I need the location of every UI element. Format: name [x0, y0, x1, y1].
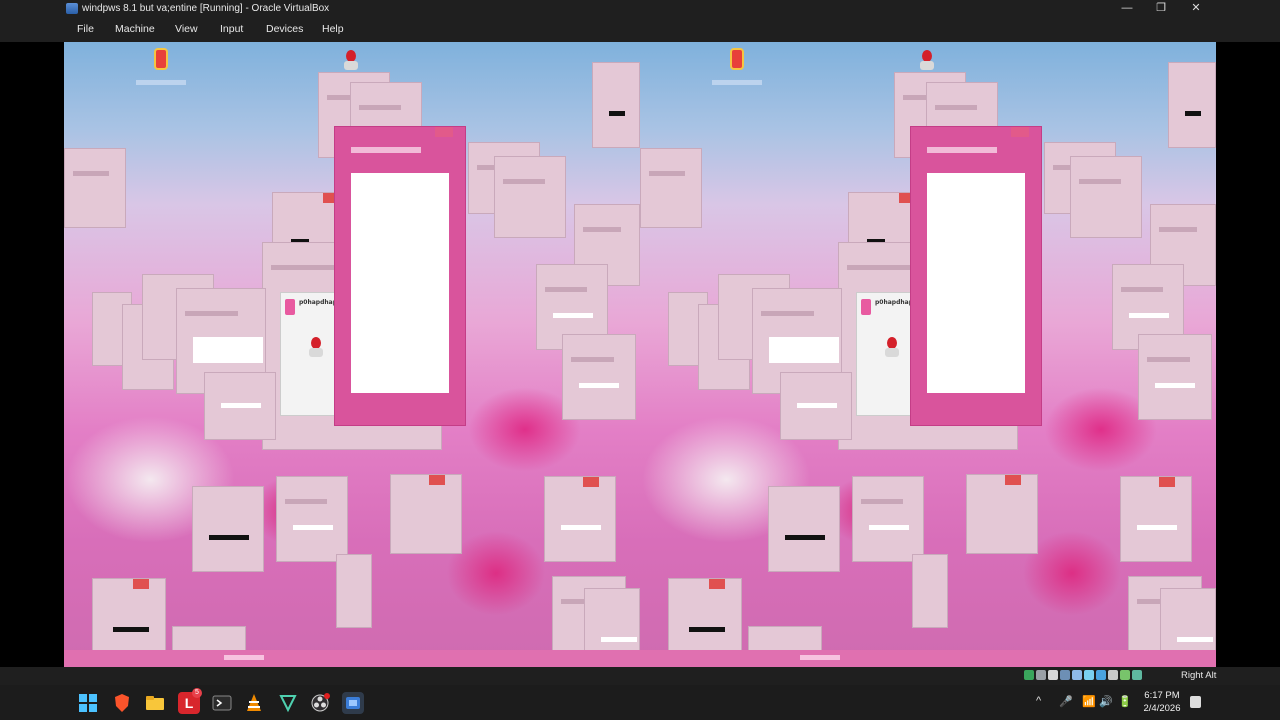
pink-popup-window[interactable] — [910, 126, 1042, 426]
wifi-icon[interactable]: 📶 — [1082, 695, 1096, 708]
tray-overflow-icon[interactable]: ^ — [1036, 695, 1041, 707]
menu-view[interactable]: View — [175, 23, 198, 35]
notification-bell-icon[interactable] — [1190, 696, 1201, 708]
guest-desktop-left[interactable]: p0hapdhapdhr — [64, 42, 640, 667]
error-window[interactable] — [562, 334, 636, 420]
message-dialog[interactable]: p0hapdhapdhr — [856, 292, 925, 416]
desktop-shortcut-icon[interactable] — [712, 48, 762, 85]
start-icon[interactable] — [77, 692, 99, 714]
close-icon[interactable] — [1011, 127, 1029, 137]
clock[interactable]: 6:17 PM 2/4/2026 — [1140, 689, 1184, 715]
close-button[interactable]: ✕ — [1181, 1, 1211, 16]
blank-panel — [351, 173, 449, 393]
error-window[interactable] — [780, 372, 852, 440]
menu-file[interactable]: File — [77, 23, 94, 35]
error-window[interactable] — [494, 156, 566, 238]
menu-bar: File Machine View Input Devices Help — [0, 17, 1280, 42]
close-icon[interactable] — [435, 127, 453, 137]
error-window[interactable] — [336, 554, 372, 628]
error-window[interactable] — [584, 588, 640, 656]
maximize-button[interactable]: ❐ — [1146, 1, 1176, 16]
error-window[interactable] — [276, 476, 348, 562]
recording-icon[interactable] — [1108, 670, 1118, 680]
cpu-icon[interactable] — [1120, 670, 1130, 680]
blank-panel — [927, 173, 1025, 393]
brave-icon[interactable] — [111, 692, 133, 714]
disk-icon[interactable] — [1024, 670, 1034, 680]
error-window[interactable] — [192, 486, 264, 572]
message-dialog[interactable]: p0hapdhapdhr — [280, 292, 349, 416]
audio-icon[interactable] — [1048, 670, 1058, 680]
menu-help[interactable]: Help — [322, 23, 344, 35]
error-window[interactable] — [92, 578, 166, 656]
display-icon[interactable] — [1096, 670, 1106, 680]
vbox-title-bar[interactable]: windpws 8.1 but va;entine [Running] - Or… — [0, 0, 1280, 17]
error-window[interactable] — [204, 372, 276, 440]
error-window[interactable] — [64, 148, 126, 228]
network-icon[interactable] — [1060, 670, 1070, 680]
obs-icon[interactable] — [309, 692, 331, 714]
error-window[interactable] — [668, 578, 742, 656]
minimize-button[interactable]: — — [1112, 1, 1142, 16]
notification-badge: 5 — [192, 688, 202, 698]
desktop-shortcut-icon[interactable] — [136, 48, 186, 85]
file-explorer-icon[interactable] — [144, 692, 166, 714]
window-title: windpws 8.1 but va;entine [Running] - Or… — [82, 3, 330, 14]
error-window[interactable] — [1120, 476, 1192, 562]
app-icon — [285, 299, 295, 315]
visual-studio-code-icon[interactable] — [277, 692, 299, 714]
malware-icon — [344, 50, 358, 70]
usb-icon[interactable] — [1072, 670, 1082, 680]
optical-icon[interactable] — [1036, 670, 1046, 680]
guest-taskbar[interactable] — [64, 650, 640, 667]
malware-icon — [885, 337, 899, 357]
guest-desktop-right[interactable]: p0hapdhapdhr — [640, 42, 1216, 667]
shared-folder-icon[interactable] — [1084, 670, 1094, 680]
menu-machine[interactable]: Machine — [115, 23, 155, 35]
virtualbox-icon[interactable] — [342, 692, 364, 714]
host-key-label: Right Alt — [1181, 670, 1217, 681]
app-icon — [861, 299, 871, 315]
error-window[interactable] — [592, 62, 640, 148]
vbox-status-bar: Right Alt — [0, 667, 1280, 685]
clock-time: 6:17 PM — [1144, 690, 1180, 701]
pink-popup-window[interactable] — [334, 126, 466, 426]
malware-icon — [309, 337, 323, 357]
error-window[interactable] — [852, 476, 924, 562]
clock-date: 2/4/2026 — [1143, 703, 1181, 714]
host-taskbar: L 5 ^ 🎤 📶 🔊 🔋 6:17 PM 2/4/2026 — [0, 685, 1280, 720]
menu-input[interactable]: Input — [220, 23, 243, 35]
error-window[interactable] — [1168, 62, 1216, 148]
error-window[interactable] — [640, 148, 702, 228]
battery-icon[interactable]: 🔋 — [1118, 695, 1132, 708]
error-window[interactable] — [966, 474, 1038, 554]
malware-icon — [920, 50, 934, 70]
menu-devices[interactable]: Devices — [266, 23, 303, 35]
guest-taskbar[interactable] — [640, 650, 1216, 667]
virtualbox-icon — [66, 3, 78, 14]
mouse-integration-icon[interactable] — [1132, 670, 1142, 680]
guest-screen[interactable]: p0hapdhapdhr p0hapdhapdhr — [64, 42, 1216, 667]
error-window[interactable] — [1070, 156, 1142, 238]
l-app-icon[interactable]: L 5 — [178, 688, 202, 714]
terminal-icon[interactable] — [211, 692, 233, 714]
error-window[interactable] — [1160, 588, 1216, 656]
microphone-icon[interactable]: 🎤 — [1059, 695, 1073, 708]
error-window[interactable] — [768, 486, 840, 572]
error-window[interactable] — [912, 554, 948, 628]
volume-icon[interactable]: 🔊 — [1099, 695, 1113, 708]
vlc-icon[interactable] — [243, 692, 265, 714]
error-window[interactable] — [390, 474, 462, 554]
error-window[interactable] — [1138, 334, 1212, 420]
error-window[interactable] — [544, 476, 616, 562]
